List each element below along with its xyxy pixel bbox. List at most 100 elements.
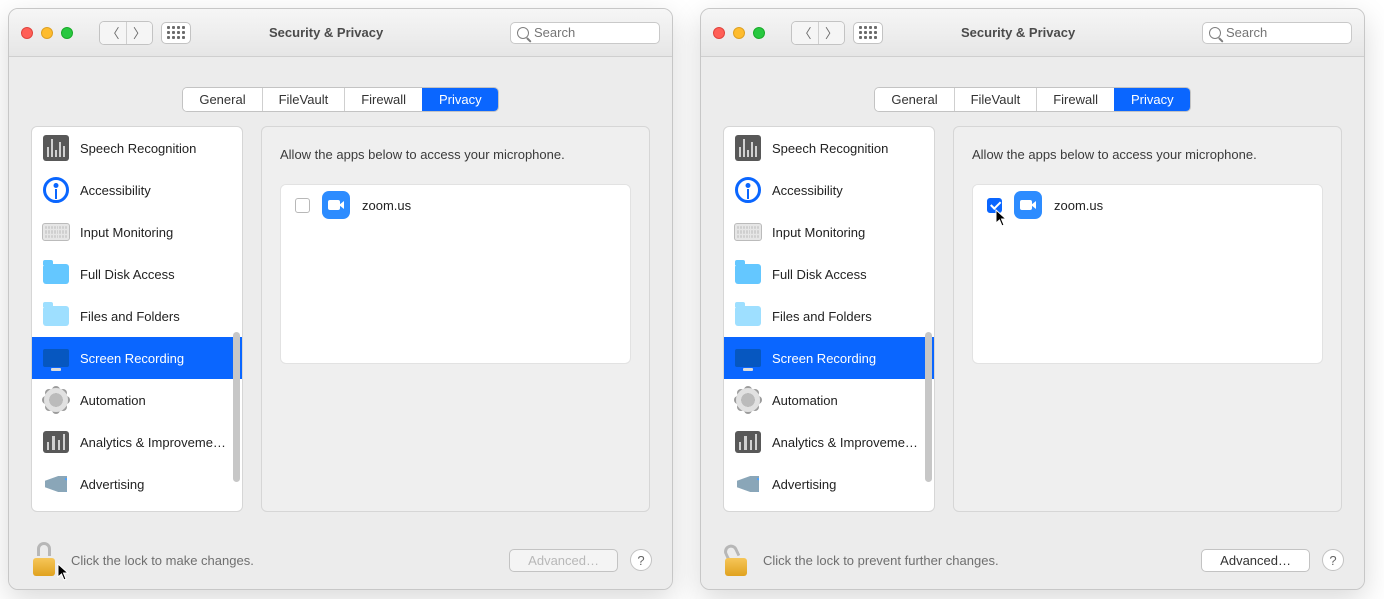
forward-button[interactable]: 〉 xyxy=(126,22,152,44)
zoom-icon xyxy=(322,191,350,219)
sidebar-item-label: Screen Recording xyxy=(80,351,184,366)
sidebar-item-advertising[interactable]: Advertising xyxy=(724,463,934,505)
app-row: zoom.us xyxy=(281,185,630,225)
sidebar-item-accessibility[interactable]: Accessibility xyxy=(724,169,934,211)
tab-privacy[interactable]: Privacy xyxy=(1114,88,1190,111)
app-checkbox[interactable] xyxy=(987,198,1002,213)
list-row-empty xyxy=(281,260,630,295)
help-button[interactable]: ? xyxy=(1322,549,1344,571)
zoom-icon[interactable] xyxy=(61,27,73,39)
sidebar-item-label: Screen Recording xyxy=(772,351,876,366)
tabs-row: General FileVault Firewall Privacy xyxy=(701,57,1364,126)
tab-privacy[interactable]: Privacy xyxy=(422,88,498,111)
advanced-button[interactable]: Advanced… xyxy=(509,549,618,572)
gear-icon xyxy=(44,388,68,412)
gear-icon xyxy=(736,388,760,412)
sidebar-item-automation[interactable]: Automation xyxy=(32,379,242,421)
help-button[interactable]: ? xyxy=(630,549,652,571)
sidebar-item-advertising[interactable]: Advertising xyxy=(32,463,242,505)
search-input[interactable] xyxy=(534,25,634,40)
traffic-lights xyxy=(21,27,91,39)
search-icon xyxy=(517,27,529,39)
sidebar-item-label: Full Disk Access xyxy=(80,267,175,282)
scrollbar-thumb[interactable] xyxy=(233,332,240,482)
app-list: zoom.us xyxy=(972,184,1323,364)
sidebar-item-label: Advertising xyxy=(772,477,836,492)
close-icon[interactable] xyxy=(21,27,33,39)
window-title: Security & Privacy xyxy=(961,25,1075,40)
bars-icon xyxy=(735,431,761,453)
keyboard-icon xyxy=(734,223,762,241)
zoom-icon[interactable] xyxy=(753,27,765,39)
sidebar-item-label: Accessibility xyxy=(80,183,151,198)
sidebar-item-label: Input Monitoring xyxy=(80,225,173,240)
show-all-button[interactable] xyxy=(853,22,883,44)
monitor-icon xyxy=(735,349,761,367)
sidebar-item-label: Accessibility xyxy=(772,183,843,198)
tabs: General FileVault Firewall Privacy xyxy=(874,87,1190,112)
close-icon[interactable] xyxy=(713,27,725,39)
folder-icon xyxy=(43,264,69,284)
search-field[interactable] xyxy=(510,22,660,44)
list-row-empty xyxy=(281,225,630,260)
lock-open-icon xyxy=(721,542,751,578)
tabs-row: General FileVault Firewall Privacy xyxy=(9,57,672,126)
back-button[interactable]: 〈 xyxy=(792,22,818,44)
sidebar-item-speech[interactable]: Speech Recognition xyxy=(724,127,934,169)
sidebar-item-accessibility[interactable]: Accessibility xyxy=(32,169,242,211)
forward-button[interactable]: 〉 xyxy=(818,22,844,44)
sidebar-item-screen-recording[interactable]: Screen Recording xyxy=(724,337,934,379)
sidebar-item-files-folders[interactable]: Files and Folders xyxy=(32,295,242,337)
folder-icon xyxy=(735,306,761,326)
app-checkbox[interactable] xyxy=(295,198,310,213)
lock-button[interactable] xyxy=(29,542,59,578)
prefs-window-left: 〈 〉 Security & Privacy General FileVault xyxy=(8,8,673,590)
sidebar-item-files-folders[interactable]: Files and Folders xyxy=(724,295,934,337)
sidebar-item-label: Automation xyxy=(80,393,146,408)
sidebar-item-analytics[interactable]: Analytics & Improveme… xyxy=(32,421,242,463)
footer: Click the lock to prevent further change… xyxy=(701,531,1364,589)
app-list: zoom.us xyxy=(280,184,631,364)
sidebar-item-label: Files and Folders xyxy=(772,309,872,324)
list-row-empty xyxy=(973,225,1322,260)
waveform-icon xyxy=(735,135,761,161)
advanced-button[interactable]: Advanced… xyxy=(1201,549,1310,572)
show-all-button[interactable] xyxy=(161,22,191,44)
grid-icon xyxy=(167,26,185,39)
privacy-sidebar: Speech Recognition Accessibility Input M… xyxy=(31,126,243,512)
sidebar-item-input-monitoring[interactable]: Input Monitoring xyxy=(32,211,242,253)
lock-text: Click the lock to prevent further change… xyxy=(763,553,999,568)
tab-filevault[interactable]: FileVault xyxy=(954,88,1037,111)
sidebar-item-automation[interactable]: Automation xyxy=(724,379,934,421)
sidebar-item-input-monitoring[interactable]: Input Monitoring xyxy=(724,211,934,253)
app-name: zoom.us xyxy=(1054,198,1103,213)
sidebar-item-analytics[interactable]: Analytics & Improveme… xyxy=(724,421,934,463)
back-button[interactable]: 〈 xyxy=(100,22,126,44)
waveform-icon xyxy=(43,135,69,161)
accessibility-icon xyxy=(43,177,69,203)
scrollbar-thumb[interactable] xyxy=(925,332,932,482)
sidebar-item-full-disk[interactable]: Full Disk Access xyxy=(32,253,242,295)
lock-text: Click the lock to make changes. xyxy=(71,553,254,568)
tab-filevault[interactable]: FileVault xyxy=(262,88,345,111)
detail-pane: Allow the apps below to access your micr… xyxy=(261,126,650,512)
list-row-empty xyxy=(973,260,1322,295)
tab-general[interactable]: General xyxy=(875,88,953,111)
sidebar-item-full-disk[interactable]: Full Disk Access xyxy=(724,253,934,295)
zoom-icon xyxy=(1014,191,1042,219)
monitor-icon xyxy=(43,349,69,367)
sidebar-item-screen-recording[interactable]: Screen Recording xyxy=(32,337,242,379)
sidebar-item-label: Analytics & Improveme… xyxy=(80,435,226,450)
search-input[interactable] xyxy=(1226,25,1326,40)
search-field[interactable] xyxy=(1202,22,1352,44)
tab-firewall[interactable]: Firewall xyxy=(1036,88,1114,111)
sidebar-item-speech[interactable]: Speech Recognition xyxy=(32,127,242,169)
minimize-icon[interactable] xyxy=(733,27,745,39)
titlebar: 〈 〉 Security & Privacy xyxy=(701,9,1364,57)
sidebar-item-label: Speech Recognition xyxy=(80,141,196,156)
minimize-icon[interactable] xyxy=(41,27,53,39)
tab-firewall[interactable]: Firewall xyxy=(344,88,422,111)
lock-button[interactable] xyxy=(721,542,751,578)
tab-general[interactable]: General xyxy=(183,88,261,111)
detail-pane: Allow the apps below to access your micr… xyxy=(953,126,1342,512)
